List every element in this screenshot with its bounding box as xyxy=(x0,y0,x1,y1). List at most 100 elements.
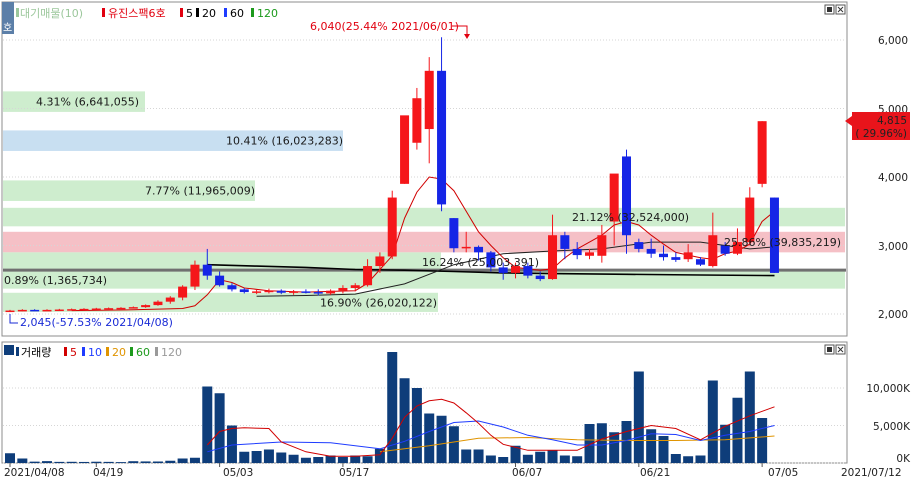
candle-body xyxy=(387,197,397,257)
legend-overhang: 대기매물(10) xyxy=(20,7,83,20)
candle-body xyxy=(301,291,311,293)
candle-body xyxy=(400,115,410,184)
legend-ma120: 120 xyxy=(257,7,278,20)
candle-body xyxy=(560,235,570,249)
candle-body xyxy=(178,286,188,298)
max-price-annotation: 6,040(25.44% 2021/06/01) xyxy=(310,20,459,33)
x-tick-0419: 04/19 xyxy=(93,467,123,479)
price-tick-2000: 2,000 xyxy=(878,309,908,321)
volume-bar xyxy=(41,461,52,463)
volume-y-axis: 10,000K 5,000K 0K xyxy=(866,383,911,465)
candle-body xyxy=(5,310,15,313)
volume-bar xyxy=(695,455,706,463)
volume-bar xyxy=(300,457,311,463)
volume-bar xyxy=(313,457,324,463)
candle-body xyxy=(215,275,225,286)
volume-bar xyxy=(226,425,237,463)
volume-bar xyxy=(732,397,743,463)
volume-bar xyxy=(707,380,718,463)
x-tick-0503: 05/03 xyxy=(223,467,253,479)
candle-body xyxy=(683,252,693,260)
overhang-band xyxy=(3,231,845,253)
candle-body xyxy=(104,308,114,310)
candle-body xyxy=(165,297,175,302)
candle-body xyxy=(646,248,656,254)
candle-body xyxy=(239,289,249,293)
volume-bar xyxy=(596,423,607,463)
candle-body xyxy=(30,309,40,312)
volume-bar xyxy=(621,421,632,463)
legend-vol-ma20: 20 xyxy=(112,346,126,359)
candle-body xyxy=(141,305,151,308)
volume-bar xyxy=(115,462,126,463)
candle-body xyxy=(424,70,434,130)
candle-body xyxy=(695,259,705,265)
legend-vol-ma120: 120 xyxy=(161,346,182,359)
current-price: 4,815 xyxy=(877,115,907,127)
x-tick-0712: 2021/07/12 xyxy=(841,467,902,479)
volume-bar xyxy=(670,454,681,463)
candle-body xyxy=(67,309,77,311)
x-axis: 2021/04/08 04/19 05/03 05/17 06/07 06/21… xyxy=(4,463,902,479)
volume-bar xyxy=(436,415,447,463)
volume-bar xyxy=(485,455,496,463)
price-tick-3000: 3,000 xyxy=(878,241,908,253)
candle-body xyxy=(276,290,286,293)
x-tick-0621: 06/21 xyxy=(640,467,670,479)
candle-body xyxy=(128,307,138,309)
candle-body xyxy=(338,287,348,291)
volume-bar xyxy=(720,424,731,463)
overhang-label: 16.24% (25,003,391) xyxy=(422,256,539,269)
candle-body xyxy=(449,218,459,249)
legend-volume: 거래량 xyxy=(21,346,51,359)
corner-tab-label[interactable]: 호 xyxy=(3,22,12,34)
candle-body xyxy=(91,308,101,311)
candle-body xyxy=(634,242,644,249)
volume-bar xyxy=(177,458,188,463)
volume-bar xyxy=(103,461,114,463)
volume-tick-0k: 0K xyxy=(896,453,911,465)
x-tick-0517: 05/17 xyxy=(339,467,369,479)
overhang-label: 21.12% (32,524,000) xyxy=(572,211,689,224)
volume-bar xyxy=(5,453,15,463)
volume-bar xyxy=(91,461,102,463)
candle-body xyxy=(264,290,274,293)
volume-bar xyxy=(214,393,225,463)
candle-body xyxy=(708,235,718,267)
volume-bar xyxy=(609,432,620,463)
candle-body xyxy=(585,252,595,256)
volume-bar xyxy=(263,449,274,463)
volume-bar xyxy=(559,455,570,463)
volume-bar xyxy=(522,454,533,463)
candle-body xyxy=(671,257,681,260)
candle-body xyxy=(757,121,767,184)
overhang-label: 4.31% (6,641,055) xyxy=(36,96,139,109)
volume-bar xyxy=(29,461,40,463)
volume-tick-10000k: 10,000K xyxy=(866,383,911,395)
candle-body xyxy=(572,248,582,256)
volume-bar xyxy=(17,458,28,463)
candle-body xyxy=(597,235,607,256)
candle-body xyxy=(202,264,212,276)
legend-ma20: 20 xyxy=(202,7,216,20)
legend-vol-ma5: 5 xyxy=(70,346,77,359)
volume-bar xyxy=(411,388,422,463)
volume-bar xyxy=(337,457,348,463)
candle-body xyxy=(289,291,299,293)
volume-bar xyxy=(572,456,583,463)
candle-body xyxy=(313,292,323,294)
candle-body xyxy=(116,307,126,310)
stock-chart: 4.31% (6,641,055) 10.41% (16,023,283) 7.77… xyxy=(1,1,911,479)
candle-body xyxy=(461,246,471,249)
overhang-label: 0.89% (1,365,734) xyxy=(4,274,107,287)
overhang-band xyxy=(3,271,845,289)
candle-body xyxy=(326,290,336,294)
volume-bar xyxy=(633,371,644,463)
candle-body xyxy=(412,98,422,143)
price-tick-6000: 6,000 xyxy=(878,35,908,47)
volume-bar xyxy=(189,457,200,463)
volume-bar xyxy=(165,460,176,463)
min-price-annotation: 2,045(-57.53% 2021/04/08) xyxy=(20,316,173,329)
volume-bar xyxy=(461,449,472,463)
volume-bar xyxy=(66,461,77,463)
